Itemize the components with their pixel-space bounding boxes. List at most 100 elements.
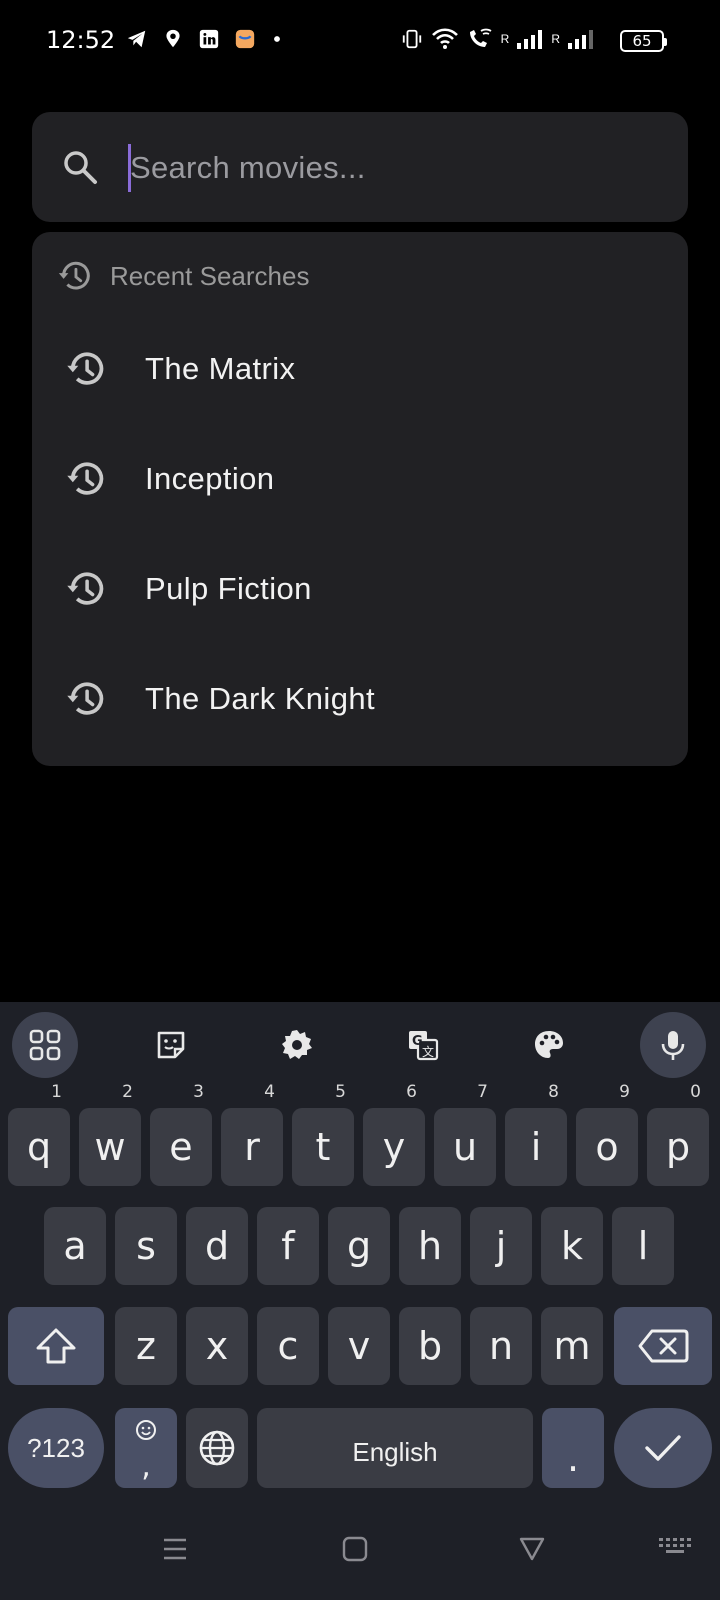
sticker-icon xyxy=(157,1031,185,1059)
search-bar[interactable] xyxy=(32,112,688,222)
navigation-bar xyxy=(0,1500,720,1600)
back-icon[interactable] xyxy=(518,1536,546,1562)
key-z[interactable]: z xyxy=(115,1307,177,1385)
key-m[interactable]: m xyxy=(541,1307,603,1385)
recent-item-pulp-fiction[interactable]: Pulp Fiction xyxy=(32,534,688,644)
battery-indicator: 65 xyxy=(620,30,667,52)
search-input[interactable] xyxy=(130,140,650,196)
key-label: w xyxy=(94,1125,126,1169)
key-hint: 3 xyxy=(193,1082,204,1102)
key-b[interactable]: b xyxy=(399,1307,461,1385)
done-key[interactable] xyxy=(614,1408,712,1488)
keyboard-hide-icon[interactable] xyxy=(658,1536,692,1562)
history-icon xyxy=(58,261,90,290)
key-g[interactable]: g xyxy=(328,1207,390,1285)
key-a[interactable]: a xyxy=(44,1207,106,1285)
recent-item-inception[interactable]: Inception xyxy=(32,424,688,534)
theme-button[interactable] xyxy=(516,1012,582,1078)
key-k[interactable]: k xyxy=(541,1207,603,1285)
key-f[interactable]: f xyxy=(257,1207,319,1285)
translate-button[interactable]: G 文 xyxy=(390,1012,456,1078)
key-j[interactable]: j xyxy=(470,1207,532,1285)
signal-1-icon xyxy=(517,30,543,49)
recent-item-the-dark-knight[interactable]: The Dark Knight xyxy=(32,644,688,754)
backspace-key[interactable] xyxy=(614,1307,712,1385)
key-q[interactable]: q1 xyxy=(8,1084,70,1186)
key-y[interactable]: y6 xyxy=(363,1084,425,1186)
key-i[interactable]: i8 xyxy=(505,1084,567,1186)
key-o[interactable]: o9 xyxy=(576,1084,638,1186)
recent-item-the-matrix[interactable]: The Matrix xyxy=(32,314,688,424)
palette-icon xyxy=(535,1031,563,1058)
recent-item-label: Inception xyxy=(145,461,275,496)
key-hint: 4 xyxy=(264,1082,275,1102)
apps-grid-button[interactable] xyxy=(12,1012,78,1078)
recent-searches-title: Recent Searches xyxy=(110,260,310,291)
key-hint: 8 xyxy=(548,1082,559,1102)
location-pin-icon xyxy=(166,29,180,48)
key-n[interactable]: n xyxy=(470,1307,532,1385)
key-c[interactable]: c xyxy=(257,1307,319,1385)
history-icon xyxy=(67,572,104,605)
on-screen-keyboard: G 文 q1 w2 e3 r4 t5 y6 u7 i8 o9 p0 a s d xyxy=(0,1002,720,1600)
key-l[interactable]: l xyxy=(612,1207,674,1285)
symbols-key[interactable]: ?123 xyxy=(8,1408,104,1488)
key-label: p xyxy=(665,1125,691,1169)
key-x[interactable]: x xyxy=(186,1307,248,1385)
key-e[interactable]: e3 xyxy=(150,1084,212,1186)
key-hint: 6 xyxy=(406,1082,417,1102)
comma-label: , xyxy=(141,1449,151,1484)
key-d[interactable]: d xyxy=(186,1207,248,1285)
key-p[interactable]: p0 xyxy=(647,1084,709,1186)
key-t[interactable]: t5 xyxy=(292,1084,354,1186)
telegram-icon xyxy=(127,30,146,48)
gear-icon xyxy=(282,1030,312,1059)
recent-searches-header: Recent Searches xyxy=(56,256,309,296)
key-s[interactable]: s xyxy=(115,1207,177,1285)
shift-key[interactable] xyxy=(8,1307,104,1385)
microphone-icon xyxy=(661,1031,685,1060)
home-icon[interactable] xyxy=(342,1536,368,1562)
settings-button[interactable] xyxy=(264,1012,330,1078)
language-switch-key[interactable] xyxy=(186,1408,248,1488)
svg-text:文: 文 xyxy=(422,1044,434,1059)
backspace-icon xyxy=(638,1329,689,1363)
period-key[interactable]: . xyxy=(542,1408,604,1488)
apps-grid-icon xyxy=(29,1029,61,1061)
wifi-calling-icon xyxy=(469,28,492,47)
globe-icon xyxy=(199,1430,235,1466)
space-key-label: English xyxy=(352,1437,438,1467)
shopping-app-icon xyxy=(235,29,255,49)
key-v[interactable]: v xyxy=(328,1307,390,1385)
key-r[interactable]: r4 xyxy=(221,1084,283,1186)
key-label: q xyxy=(26,1125,52,1169)
recents-menu-icon[interactable] xyxy=(162,1536,188,1562)
key-label: y xyxy=(382,1125,406,1169)
key-u[interactable]: u7 xyxy=(434,1084,496,1186)
sticker-button[interactable] xyxy=(138,1012,204,1078)
recent-searches-panel: Recent Searches The Matrix Inception Pul… xyxy=(32,232,688,766)
space-key[interactable]: English xyxy=(257,1408,533,1488)
key-label: i xyxy=(530,1125,542,1169)
key-hint: 1 xyxy=(51,1082,62,1102)
recent-item-label: The Matrix xyxy=(145,351,296,386)
recent-item-label: Pulp Fiction xyxy=(145,571,312,606)
status-time: 12:52 xyxy=(46,26,116,54)
history-icon xyxy=(67,462,104,495)
history-icon xyxy=(67,682,104,715)
emoji-comma-key[interactable]: , xyxy=(115,1408,177,1488)
key-h[interactable]: h xyxy=(399,1207,461,1285)
key-label: o xyxy=(595,1125,619,1169)
key-hint: 9 xyxy=(619,1082,630,1102)
signal-2-icon xyxy=(568,30,593,49)
key-hint: 0 xyxy=(690,1082,701,1102)
dot-icon xyxy=(274,36,280,42)
search-icon xyxy=(64,151,97,184)
key-w[interactable]: w2 xyxy=(79,1084,141,1186)
key-label: t xyxy=(315,1125,331,1169)
recent-item-label: The Dark Knight xyxy=(145,681,375,716)
voice-input-button[interactable] xyxy=(640,1012,706,1078)
vibrate-icon xyxy=(402,29,421,49)
history-icon xyxy=(67,352,104,385)
shift-icon xyxy=(36,1328,76,1364)
